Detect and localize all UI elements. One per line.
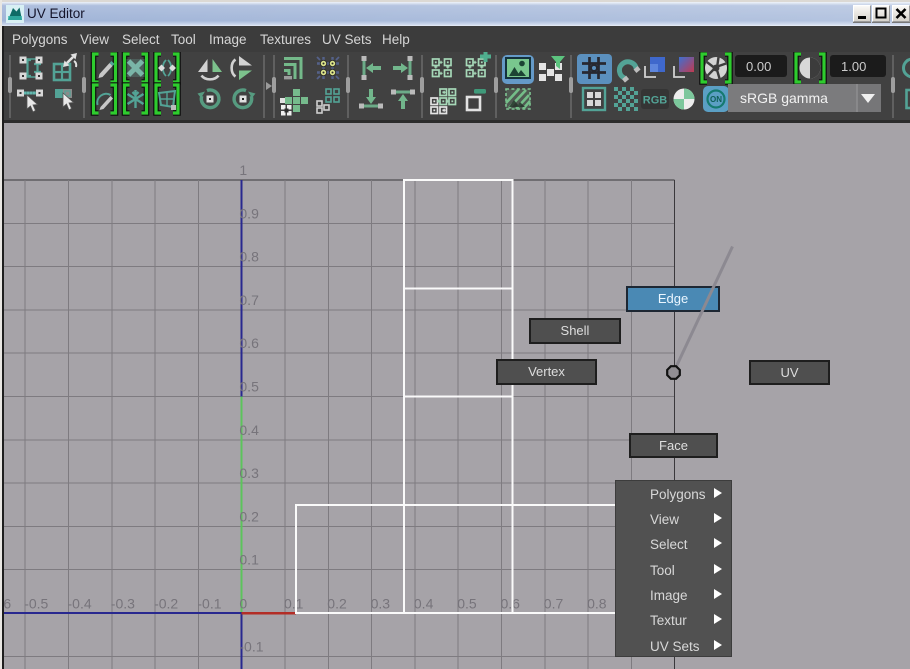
svg-text:0.7: 0.7 [239, 292, 259, 308]
svg-text:0.8: 0.8 [239, 249, 259, 265]
svg-text:0.8: 0.8 [587, 596, 607, 612]
svg-text:0.1: 0.1 [284, 596, 304, 612]
svg-text:-0.4: -0.4 [68, 596, 92, 612]
svg-text:0.9: 0.9 [239, 205, 259, 221]
svg-text:0.2: 0.2 [239, 508, 259, 524]
svg-text:0.3: 0.3 [371, 596, 391, 612]
svg-text:RGB: RGB [643, 95, 668, 107]
svg-text:-0.5: -0.5 [24, 596, 48, 612]
svg-text:-0.2: -0.2 [154, 596, 178, 612]
svg-text:0.5: 0.5 [239, 379, 259, 395]
svg-text:0.5: 0.5 [457, 596, 477, 612]
svg-text:0.6: 0.6 [239, 335, 259, 351]
svg-text:-0.1: -0.1 [239, 638, 263, 654]
svg-text:ON: ON [710, 95, 722, 104]
svg-text:1.00: 1.00 [841, 59, 866, 74]
svg-text:0.00: 0.00 [746, 59, 771, 74]
svg-text:0: 0 [239, 596, 247, 612]
svg-text:1: 1 [239, 162, 247, 178]
svg-text:-0.1: -0.1 [197, 596, 221, 612]
svg-text:0.6: 0.6 [501, 596, 521, 612]
svg-text:-0.3: -0.3 [111, 596, 135, 612]
svg-text:0.1: 0.1 [239, 552, 259, 568]
svg-text:0.7: 0.7 [544, 596, 564, 612]
svg-text:0.4: 0.4 [239, 422, 259, 438]
svg-text:0.2: 0.2 [327, 596, 347, 612]
svg-text:-0.6: -0.6 [3, 596, 11, 612]
svg-text:sRGB gamma: sRGB gamma [740, 90, 828, 106]
svg-text:0.4: 0.4 [414, 596, 434, 612]
svg-text:0.3: 0.3 [239, 465, 259, 481]
